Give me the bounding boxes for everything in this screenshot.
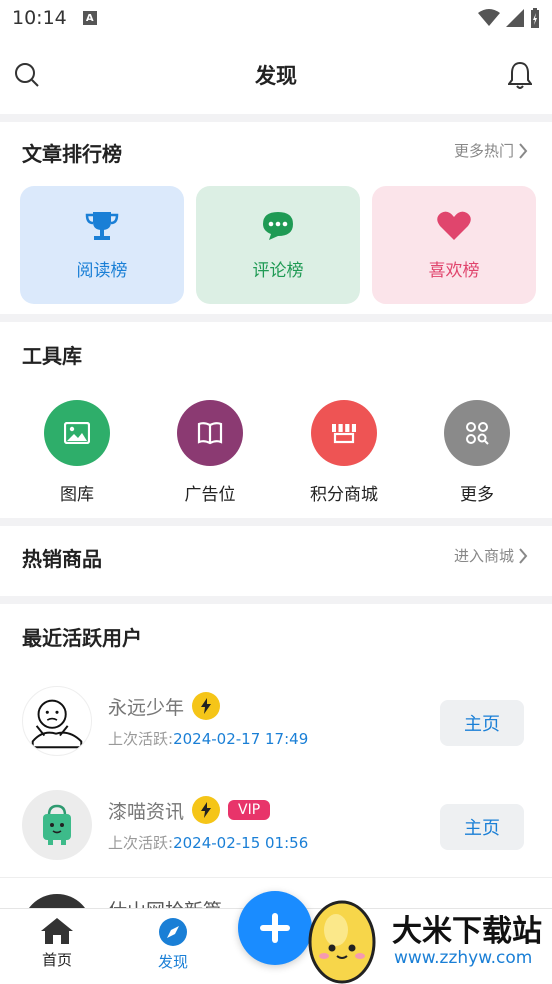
tool-gallery-label: 图库 bbox=[60, 485, 94, 505]
more-grid-icon bbox=[466, 422, 489, 445]
more-hot-label: 更多热门 bbox=[453, 142, 514, 160]
last-active-date: 2024-02-15 01:56 bbox=[173, 834, 309, 852]
watermark-title: 大米下载站 bbox=[392, 914, 542, 949]
user-name: 永远少年 bbox=[108, 692, 221, 720]
hot-goods-title: 热销商品 bbox=[22, 547, 102, 571]
status-bar: 10:14 A bbox=[0, 0, 552, 36]
tool-points-mall[interactable]: 积分商城 bbox=[284, 400, 404, 505]
tool-ad-slot[interactable]: 广告位 bbox=[150, 400, 270, 505]
trophy-icon bbox=[85, 211, 119, 240]
tool-ad-slot-label: 广告位 bbox=[184, 485, 236, 505]
tool-points-mall-label: 积分商城 bbox=[310, 485, 378, 505]
last-active: 上次活跃:2024-02-15 01:56 bbox=[108, 832, 308, 853]
user-home-button[interactable]: 主页 bbox=[440, 700, 524, 746]
comment-ranking-button[interactable]: 评论榜 bbox=[196, 186, 360, 304]
points-mall-circle bbox=[311, 400, 377, 466]
vip-badge: VIP bbox=[228, 800, 271, 820]
chevron-right-icon bbox=[519, 547, 528, 564]
user-row: 漆喵资讯 VIP 上次活跃:2024-02-15 01:56 主页 bbox=[0, 774, 552, 878]
book-icon bbox=[197, 422, 223, 445]
tool-gallery[interactable]: 图库 bbox=[17, 400, 137, 505]
enter-mall-link[interactable]: 进入商城 bbox=[454, 545, 528, 566]
add-post-button[interactable] bbox=[238, 891, 312, 965]
hot-goods-section[interactable]: 热销商品 进入商城 bbox=[0, 526, 552, 596]
lightning-badge-icon bbox=[192, 796, 221, 824]
user-home-button[interactable]: 主页 bbox=[440, 804, 524, 850]
enter-mall-label: 进入商城 bbox=[453, 547, 514, 565]
notification-a-icon: A bbox=[82, 11, 97, 25]
mascot-logo-icon bbox=[308, 900, 376, 984]
tools-section: 工具库 图库 广告位 积分商城 更多 bbox=[0, 322, 552, 518]
bell-icon[interactable] bbox=[507, 60, 533, 94]
doodle-avatar-icon bbox=[31, 699, 83, 749]
tab-home[interactable]: 首页 bbox=[12, 917, 102, 970]
avatar[interactable] bbox=[22, 790, 92, 860]
search-icon[interactable] bbox=[14, 62, 40, 92]
tool-more[interactable]: 更多 bbox=[417, 400, 537, 505]
avatar[interactable] bbox=[22, 894, 92, 908]
ranking-section: 文章排行榜 更多热门 阅读榜 评论榜 喜欢榜 bbox=[0, 122, 552, 314]
last-active-label: 上次活跃: bbox=[108, 730, 174, 748]
last-active-date: 2024-02-17 17:49 bbox=[173, 730, 309, 748]
chevron-right-icon bbox=[519, 142, 528, 159]
watermark: 大米下载站 www.zzhyw.com bbox=[306, 888, 552, 984]
last-active: 上次活跃:2024-02-17 17:49 bbox=[108, 728, 308, 749]
plus-icon bbox=[260, 913, 290, 943]
comment-ranking-label: 评论榜 bbox=[252, 260, 304, 281]
shopping-bag-avatar-icon bbox=[43, 804, 71, 845]
more-hot-link[interactable]: 更多热门 bbox=[454, 140, 528, 161]
user-name: 仕山网拾新篇 bbox=[108, 896, 222, 908]
ranking-title: 文章排行榜 bbox=[22, 142, 122, 166]
compass-icon bbox=[159, 918, 187, 946]
read-ranking-button[interactable]: 阅读榜 bbox=[20, 186, 184, 304]
tools-title: 工具库 bbox=[22, 344, 82, 368]
user-name-text: 漆喵资讯 bbox=[108, 800, 185, 823]
avatar[interactable] bbox=[22, 686, 92, 756]
active-users-section: 最近活跃用户 永远少年 上次活跃:2024-02-17 17:49 主页 漆喵资… bbox=[0, 604, 552, 908]
store-icon bbox=[332, 424, 356, 444]
tab-discover-label: 发现 bbox=[157, 953, 188, 971]
user-row: 永远少年 上次活跃:2024-02-17 17:49 主页 bbox=[0, 670, 552, 774]
user-name-text: 永远少年 bbox=[108, 696, 185, 719]
user-name-text: 仕山网拾新篇 bbox=[108, 896, 222, 908]
tab-discover[interactable]: 发现 bbox=[128, 917, 218, 972]
heart-icon bbox=[437, 211, 471, 240]
tool-more-label: 更多 bbox=[460, 485, 494, 505]
like-ranking-button[interactable]: 喜欢榜 bbox=[372, 186, 536, 304]
last-active-label: 上次活跃: bbox=[108, 834, 174, 852]
watermark-url: www.zzhyw.com bbox=[394, 948, 533, 968]
battery-icon bbox=[531, 8, 539, 28]
like-ranking-label: 喜欢榜 bbox=[428, 260, 480, 281]
lightning-badge-icon bbox=[192, 692, 221, 720]
status-time: 10:14 bbox=[12, 7, 67, 29]
home-icon bbox=[41, 918, 73, 944]
active-users-title: 最近活跃用户 bbox=[22, 626, 142, 650]
comment-bubble-icon bbox=[263, 211, 293, 240]
page-title: 发现 bbox=[255, 64, 297, 88]
signal-icon bbox=[506, 9, 524, 27]
read-ranking-label: 阅读榜 bbox=[76, 260, 128, 281]
top-header: 发现 bbox=[0, 36, 552, 114]
image-icon bbox=[64, 422, 90, 444]
user-name: 漆喵资讯 VIP bbox=[108, 796, 271, 824]
ad-slot-circle bbox=[177, 400, 243, 466]
wifi-icon bbox=[478, 9, 500, 26]
gallery-circle bbox=[44, 400, 110, 466]
tab-home-label: 首页 bbox=[41, 951, 72, 969]
more-circle bbox=[444, 400, 510, 466]
